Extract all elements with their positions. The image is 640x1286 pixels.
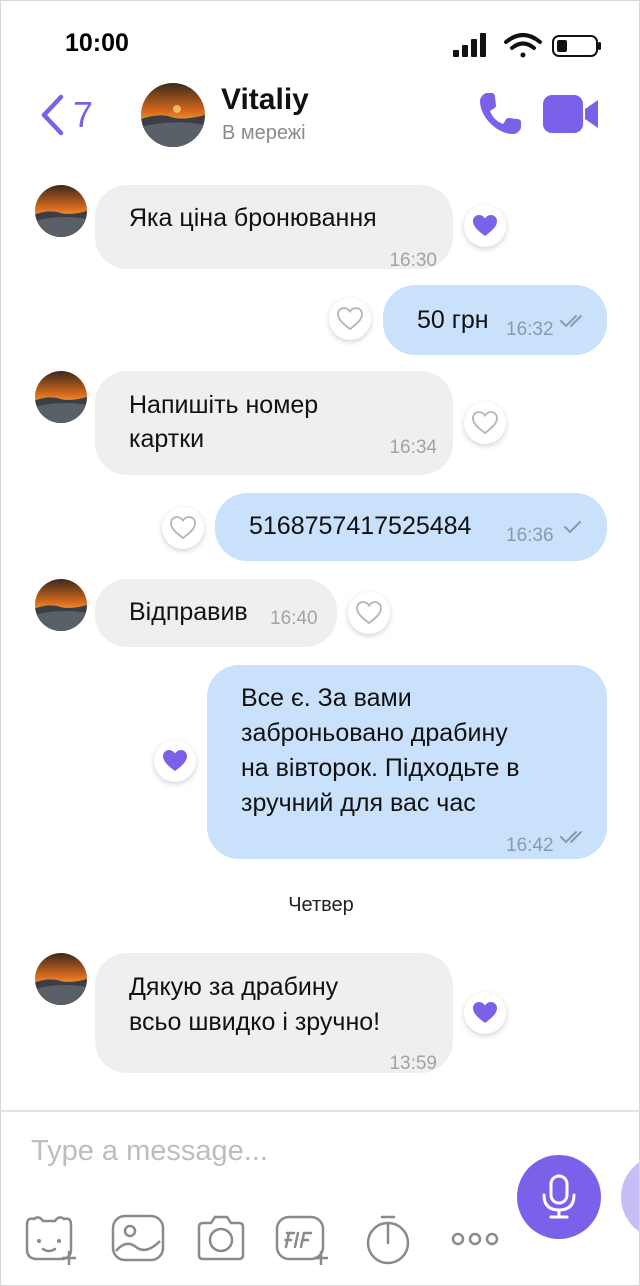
message-text: Все є. За вами [241,684,412,712]
message-time: 16:42 [506,835,554,856]
status-icons [451,31,603,61]
message-time: 13:59 [389,1053,437,1074]
message-text: картки [129,425,205,453]
read-ticks-icon [560,315,582,328]
message-time: 16:34 [389,437,437,458]
read-ticks-icon [560,831,582,844]
message-text: Відправив [129,598,248,626]
message-input[interactable] [31,1131,491,1171]
message-bubble[interactable]: 5168757417525484 16:36 [215,493,607,561]
sender-avatar[interactable] [35,953,87,1005]
voice-call-button[interactable] [475,89,525,139]
chevron-left-icon [41,94,64,136]
like-button[interactable] [464,402,506,444]
sticker-icon [25,1216,76,1265]
timer-icon [366,1215,410,1265]
more-button[interactable] [447,1211,503,1267]
message-bubble[interactable]: Дякую за драбину всьо швидко і зручно! 1… [95,953,453,1074]
secondary-action-button[interactable] [621,1155,639,1239]
like-button[interactable] [464,205,506,247]
signal-icon [453,33,486,57]
message-text: зручний для вас час [241,789,476,817]
message-time: 16:30 [389,250,437,271]
message-text: на вівторок. Підходьте в [241,754,520,782]
message-text: Дякую за драбину [129,973,339,1001]
message-time: 16:32 [506,319,554,340]
gallery-button[interactable] [110,1211,166,1267]
contact-avatar[interactable] [141,83,205,147]
gif-button[interactable] [274,1211,330,1267]
heart-outline-icon [337,307,363,331]
heart-filled-icon [473,1002,497,1023]
video-camera-icon [543,95,598,133]
microphone-icon [542,1174,576,1219]
status-time: 10:00 [65,29,129,57]
heart-filled-icon [473,215,497,236]
delivered-ticks-icon [564,521,581,534]
sender-avatar[interactable] [35,371,87,423]
contact-name[interactable]: Vitaliy [221,83,309,117]
message-text: Яка ціна бронювання [129,204,377,232]
message-bubble[interactable]: Напишіть номер картки 16:34 [95,371,453,475]
like-button[interactable] [464,992,506,1034]
message-text: заброньовано драбину [241,719,508,747]
unread-count: 7 [73,94,94,135]
chat-screen: 10:00 7 Vitaliy В мережі Яка ціна бронюв… [0,0,640,1286]
like-button[interactable] [162,507,204,549]
message-time: 16:40 [270,608,318,629]
video-call-button[interactable] [541,91,601,137]
heart-filled-icon [163,750,187,771]
battery-icon [552,35,601,57]
message-bubble[interactable]: Відправив 16:40 [95,579,337,647]
contact-status: В мережі [222,122,306,144]
message-bubble[interactable]: Яка ціна бронювання 16:30 [95,185,453,271]
message-text: 5168757417525484 [249,512,472,540]
message-bubble[interactable]: 50 грн 16:32 [383,285,607,355]
like-button[interactable] [154,740,196,782]
day-separator: Четвер [288,894,354,916]
camera-icon [197,1215,245,1261]
gallery-icon [111,1214,165,1262]
heart-outline-icon [472,411,498,435]
message-text: всьо швидко і зручно! [129,1008,381,1036]
like-button[interactable] [348,592,390,634]
message-text: Напишіть номер [129,391,319,419]
sticker-button[interactable] [21,1211,77,1267]
sender-avatar[interactable] [35,579,87,631]
phone-icon [480,93,521,134]
camera-button[interactable] [193,1211,249,1267]
timer-button[interactable] [360,1211,416,1267]
gif-icon [275,1215,328,1265]
heart-outline-icon [170,516,196,540]
sender-avatar[interactable] [35,185,87,237]
wifi-icon [504,33,542,58]
message-time: 16:36 [506,525,554,546]
message-bubble[interactable]: Все є. За вами заброньовано драбину на в… [207,665,607,859]
heart-outline-icon [356,601,382,625]
composer-divider [1,1110,639,1112]
voice-message-button[interactable] [517,1155,601,1239]
message-text: 50 грн [417,306,489,334]
like-button[interactable] [329,298,371,340]
more-icon [451,1232,499,1246]
back-button[interactable]: 7 [39,91,93,139]
